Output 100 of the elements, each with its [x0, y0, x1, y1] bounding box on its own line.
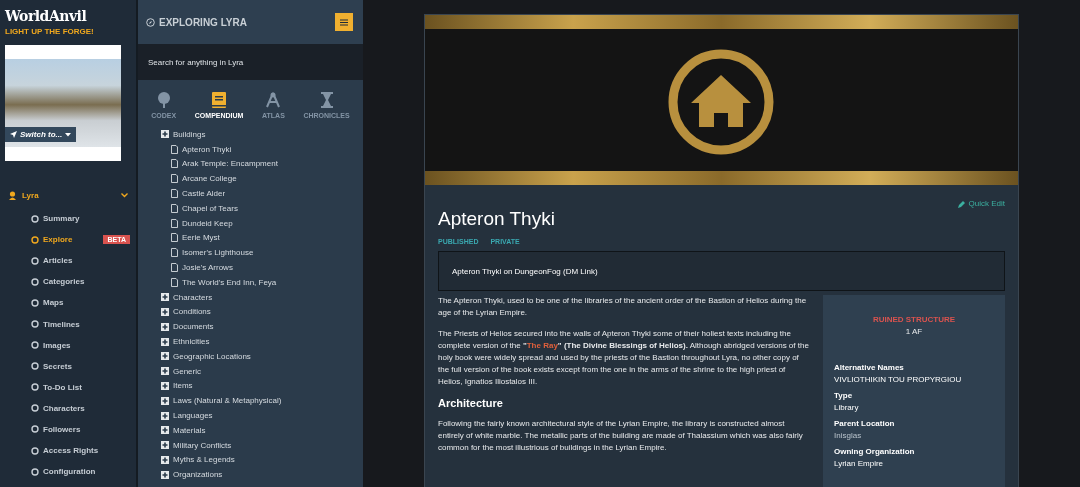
- category-item[interactable]: Conditions: [173, 307, 211, 317]
- category-item[interactable]: Buildings: [173, 129, 206, 139]
- sidebar-item[interactable]: To-Do List: [0, 376, 136, 398]
- article-item[interactable]: Isomer's Lighthouse: [182, 248, 254, 258]
- field-label: Parent Location: [834, 419, 896, 428]
- plus-square-icon[interactable]: [161, 426, 169, 435]
- menu-item-icon: [31, 235, 39, 244]
- category-item[interactable]: Ethnicities: [173, 337, 210, 347]
- plus-square-icon[interactable]: [161, 322, 169, 331]
- sidebar-item[interactable]: Maps: [0, 292, 136, 314]
- article-item[interactable]: Castle Alder: [182, 189, 226, 199]
- article-link[interactable]: The Ray: [526, 341, 558, 350]
- sidebar-item[interactable]: Articles: [0, 250, 136, 272]
- sidebar-item[interactable]: Categories: [0, 271, 136, 293]
- menu-item-icon: [31, 425, 39, 434]
- sidebar-item[interactable]: Summary: [0, 208, 136, 230]
- search-field[interactable]: Search for anything in Lyra: [138, 44, 363, 80]
- plus-square-icon[interactable]: [161, 293, 169, 302]
- menu-item-icon: [31, 277, 39, 286]
- panel-title: EXPLORING LYRA: [159, 16, 248, 28]
- paragraph: The Apteron Thyki, used to be one of the libraries of the ancient order of the Bastion of Helios during the age of the Lyrian Empire.: [438, 295, 808, 319]
- compass-icon: [146, 17, 155, 27]
- compass-icon: [265, 92, 282, 108]
- quick-edit-link[interactable]: Quick Edit: [957, 199, 1005, 208]
- menu-icon: [340, 18, 348, 26]
- field-value: VIVLIOTHIKIN TOU PROPYRGIOU: [834, 375, 963, 384]
- logo[interactable]: WorldAnvil: [5, 8, 136, 24]
- field-value: Library: [834, 403, 860, 412]
- plus-square-icon[interactable]: [161, 470, 169, 479]
- plus-square-icon[interactable]: [161, 130, 169, 139]
- location-arrow-icon: [10, 131, 17, 138]
- field-value: Lyrian Empire: [834, 459, 885, 468]
- pencil-icon: [957, 199, 966, 208]
- field-label: Alternative Names: [834, 363, 905, 372]
- category-item[interactable]: Laws (Natural & Metaphysical): [173, 396, 282, 406]
- article-item[interactable]: Chapel of Tears: [182, 203, 238, 213]
- world-menu-label[interactable]: Lyra: [22, 191, 39, 200]
- sidebar-item[interactable]: Secrets: [0, 355, 136, 377]
- section-heading: Architecture: [438, 397, 504, 409]
- article-item[interactable]: Arcane College: [182, 174, 237, 184]
- category-item[interactable]: Materials: [173, 425, 206, 435]
- hourglass-icon: [320, 92, 333, 108]
- menu-item-icon: [31, 298, 39, 307]
- menu-item-icon: [31, 446, 39, 455]
- category-item[interactable]: Organizations: [173, 470, 223, 480]
- article-item[interactable]: Eerie Myst: [182, 233, 220, 243]
- infobox-type: RUINED STRUCTURE: [871, 315, 957, 324]
- caret-icon: [65, 132, 72, 137]
- sidebar-item[interactable]: Images: [0, 334, 136, 356]
- tree-icon: [155, 92, 172, 108]
- plus-square-icon[interactable]: [161, 455, 169, 464]
- plus-square-icon[interactable]: [161, 352, 169, 361]
- chevron-icon[interactable]: [121, 193, 128, 198]
- article-title: Apteron Thyki: [438, 208, 556, 230]
- menu-item-icon: [31, 362, 39, 371]
- menu-item-icon: [31, 383, 39, 392]
- sidebar-item[interactable]: Timelines: [0, 313, 136, 335]
- category-item[interactable]: Generic: [173, 366, 201, 376]
- menu-item-icon: [31, 256, 39, 265]
- menu-item-icon: [31, 214, 39, 223]
- house-emblem-icon: [666, 47, 776, 157]
- menu-item-icon: [31, 404, 39, 413]
- menu-item-icon: [31, 320, 39, 328]
- menu-item-icon: [31, 467, 39, 476]
- article-item[interactable]: Apteron Thyki: [182, 144, 232, 154]
- plus-square-icon[interactable]: [161, 337, 169, 346]
- sidebar-item[interactable]: Access Rights: [0, 440, 136, 462]
- tagline: LIGHT UP THE FORGE!: [5, 27, 95, 36]
- plus-square-icon[interactable]: [161, 411, 169, 420]
- plus-square-icon[interactable]: [161, 381, 169, 390]
- sidebar-item[interactable]: Followers: [0, 418, 136, 441]
- paragraph: The Priests of Helios secured into the walls of Apteron Thyki some of their holiest texts including the complete version of the "The Ray" (The Divine Blessings of Helios). Although abridged versions of the holy book were widely spread and used by the priests of the Bastion throughout Lyra, no other copy of the full version of the book exists except from the one in the arms of the shrine to the high priest of Helios, Ignatios Iliostalos III.: [438, 328, 810, 388]
- book-icon: [212, 92, 227, 108]
- category-item[interactable]: Myths & Legends: [173, 455, 235, 465]
- category-item[interactable]: Documents: [173, 322, 214, 332]
- person-icon: [8, 191, 17, 200]
- category-item[interactable]: Languages: [173, 411, 213, 421]
- category-item[interactable]: Items: [173, 381, 193, 391]
- paragraph: Following the fairly known architectural style of the Lyrian Empire, the library is constructed almost entirely of white marble. The metallic parts of the building are made of Thalassium which was also fairly common for the most illustrious of buildings in the Lyrian Empire.: [438, 418, 804, 454]
- sidebar-item[interactable]: Characters: [0, 397, 136, 419]
- link-box[interactable]: Apteron Thyki on DungeonFog (DM Link): [438, 251, 1005, 291]
- article-item[interactable]: The World's End Inn, Feya: [182, 277, 277, 287]
- field-link[interactable]: Inisglas: [834, 431, 994, 440]
- field-label: Type: [834, 391, 854, 400]
- field-label: Owning Organization: [834, 447, 916, 456]
- article-item[interactable]: Josie's Arrows: [182, 263, 233, 273]
- plus-square-icon[interactable]: [161, 307, 169, 316]
- infobox-date: 1 AF: [904, 327, 924, 336]
- menu-item-icon: [31, 341, 39, 350]
- plus-square-icon[interactable]: [161, 396, 169, 405]
- category-item[interactable]: Characters: [173, 292, 213, 302]
- category-item[interactable]: Military Conflicts: [173, 440, 232, 450]
- category-item[interactable]: Geographic Locations: [173, 351, 251, 361]
- plus-square-icon[interactable]: [161, 441, 169, 450]
- menu-button[interactable]: [335, 13, 353, 31]
- article-item[interactable]: Arak Temple: Encampment: [182, 159, 278, 169]
- plus-square-icon[interactable]: [161, 367, 169, 376]
- article-item[interactable]: Dundeid Keep: [182, 218, 233, 228]
- switch-button[interactable]: Switch to...: [5, 127, 77, 142]
- sidebar-item[interactable]: Configuration: [0, 461, 136, 483]
